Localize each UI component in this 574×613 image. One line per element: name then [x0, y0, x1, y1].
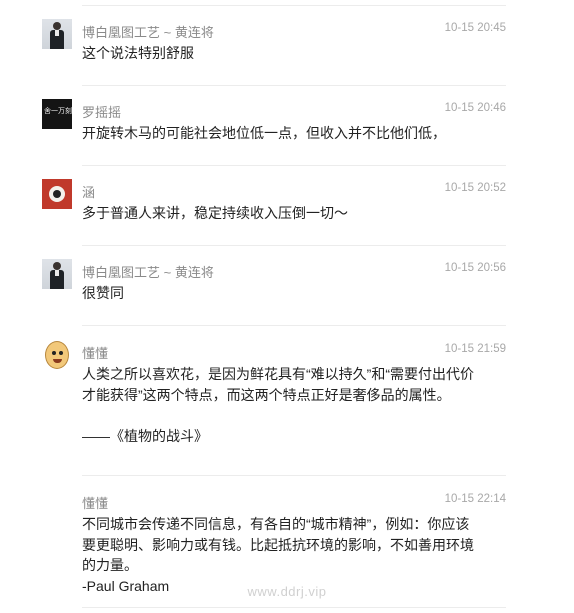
comment-author[interactable]: 博白凰图工艺 ~ 黄连将 — [82, 22, 214, 41]
comment-time: 10-15 20:46 — [444, 102, 506, 114]
comment-text: 很赞同 — [82, 285, 124, 301]
comment-divider — [82, 85, 506, 86]
comment-author[interactable]: 懂懂 — [82, 343, 108, 362]
comment-divider — [82, 325, 506, 326]
comment-author[interactable]: 涵 — [82, 182, 95, 201]
watermark: www.ddrj.vip — [247, 584, 327, 599]
comment-divider — [82, 475, 506, 476]
comment-divider — [82, 165, 506, 166]
top-divider — [82, 5, 506, 6]
comment-text: 开旋转木马的可能社会地位低一点，但收入并不比他们低， — [82, 125, 446, 141]
avatar[interactable] — [42, 259, 72, 289]
avatar[interactable] — [42, 19, 72, 49]
comment-time: 10-15 20:45 — [444, 22, 506, 34]
avatar[interactable]: 舍一万刻 — [42, 99, 72, 129]
avatar[interactable] — [42, 340, 72, 370]
comment-author[interactable]: 懂懂 — [82, 493, 108, 512]
comment-time: 10-15 22:14 — [444, 493, 506, 505]
comment-text: 人类之所以喜欢花，是因为鲜花具有“难以持久”和“需要付出代价才能获得”这两个特点… — [82, 366, 474, 444]
comment-text: 多于普通人来讲，稳定持续收入压倒一切～ — [82, 205, 348, 221]
comment-text: 这个说法特别舒服 — [82, 45, 194, 61]
comment-divider — [82, 607, 506, 608]
comment-time: 10-15 20:52 — [444, 182, 506, 194]
comment-divider — [82, 245, 506, 246]
comment-author[interactable]: 罗摇摇 — [82, 102, 121, 121]
avatar-logo-text: 舍一万刻 — [44, 108, 72, 115]
comment-author[interactable]: 博白凰图工艺 ~ 黄连将 — [82, 262, 214, 281]
comment-time: 10-15 21:59 — [444, 343, 506, 355]
comment-time: 10-15 20:56 — [444, 262, 506, 274]
avatar[interactable] — [42, 179, 72, 209]
